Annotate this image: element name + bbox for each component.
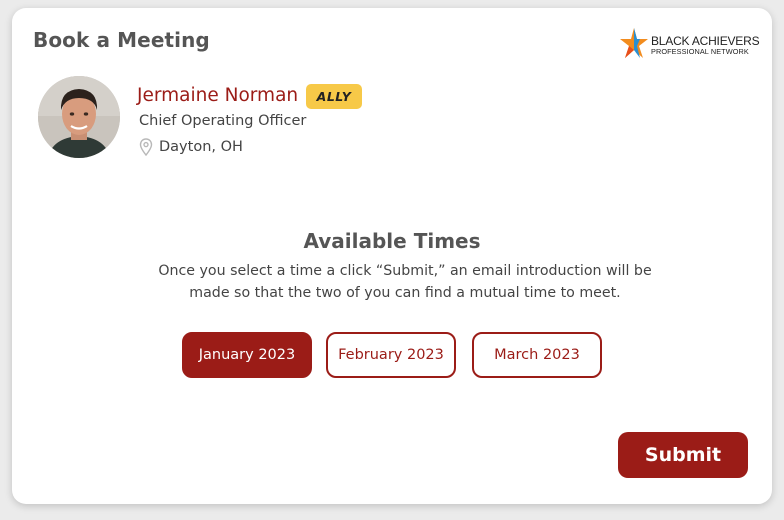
month-option-january-2023[interactable]: January 2023: [182, 332, 312, 378]
member-location: Dayton, OH: [139, 138, 243, 156]
ally-badge: ALLY: [306, 84, 362, 109]
book-meeting-card: Book a Meeting BLACK ACHIEVERS PROFESSIO…: [12, 8, 772, 504]
month-option-february-2023[interactable]: February 2023: [326, 332, 456, 378]
submit-button[interactable]: Submit: [618, 432, 748, 478]
logo-line-1: BLACK ACHIEVERS: [651, 34, 760, 48]
brand-logo: BLACK ACHIEVERS PROFESSIONAL NETWORK: [618, 26, 760, 64]
location-pin-icon: [139, 138, 153, 156]
avatar: [38, 76, 120, 158]
page-title: Book a Meeting: [33, 28, 210, 52]
avatar-portrait-image: [38, 76, 120, 158]
member-title: Chief Operating Officer: [139, 113, 307, 129]
member-name: Jermaine Norman: [137, 85, 299, 106]
available-times-heading: Available Times: [303, 229, 481, 253]
available-times-description: Once you select a time a click “Submit,”…: [158, 263, 652, 301]
star-logo-icon: [620, 28, 648, 58]
location-text: Dayton, OH: [159, 139, 243, 155]
logo-line-2: PROFESSIONAL NETWORK: [651, 47, 749, 56]
month-option-march-2023[interactable]: March 2023: [472, 332, 602, 378]
